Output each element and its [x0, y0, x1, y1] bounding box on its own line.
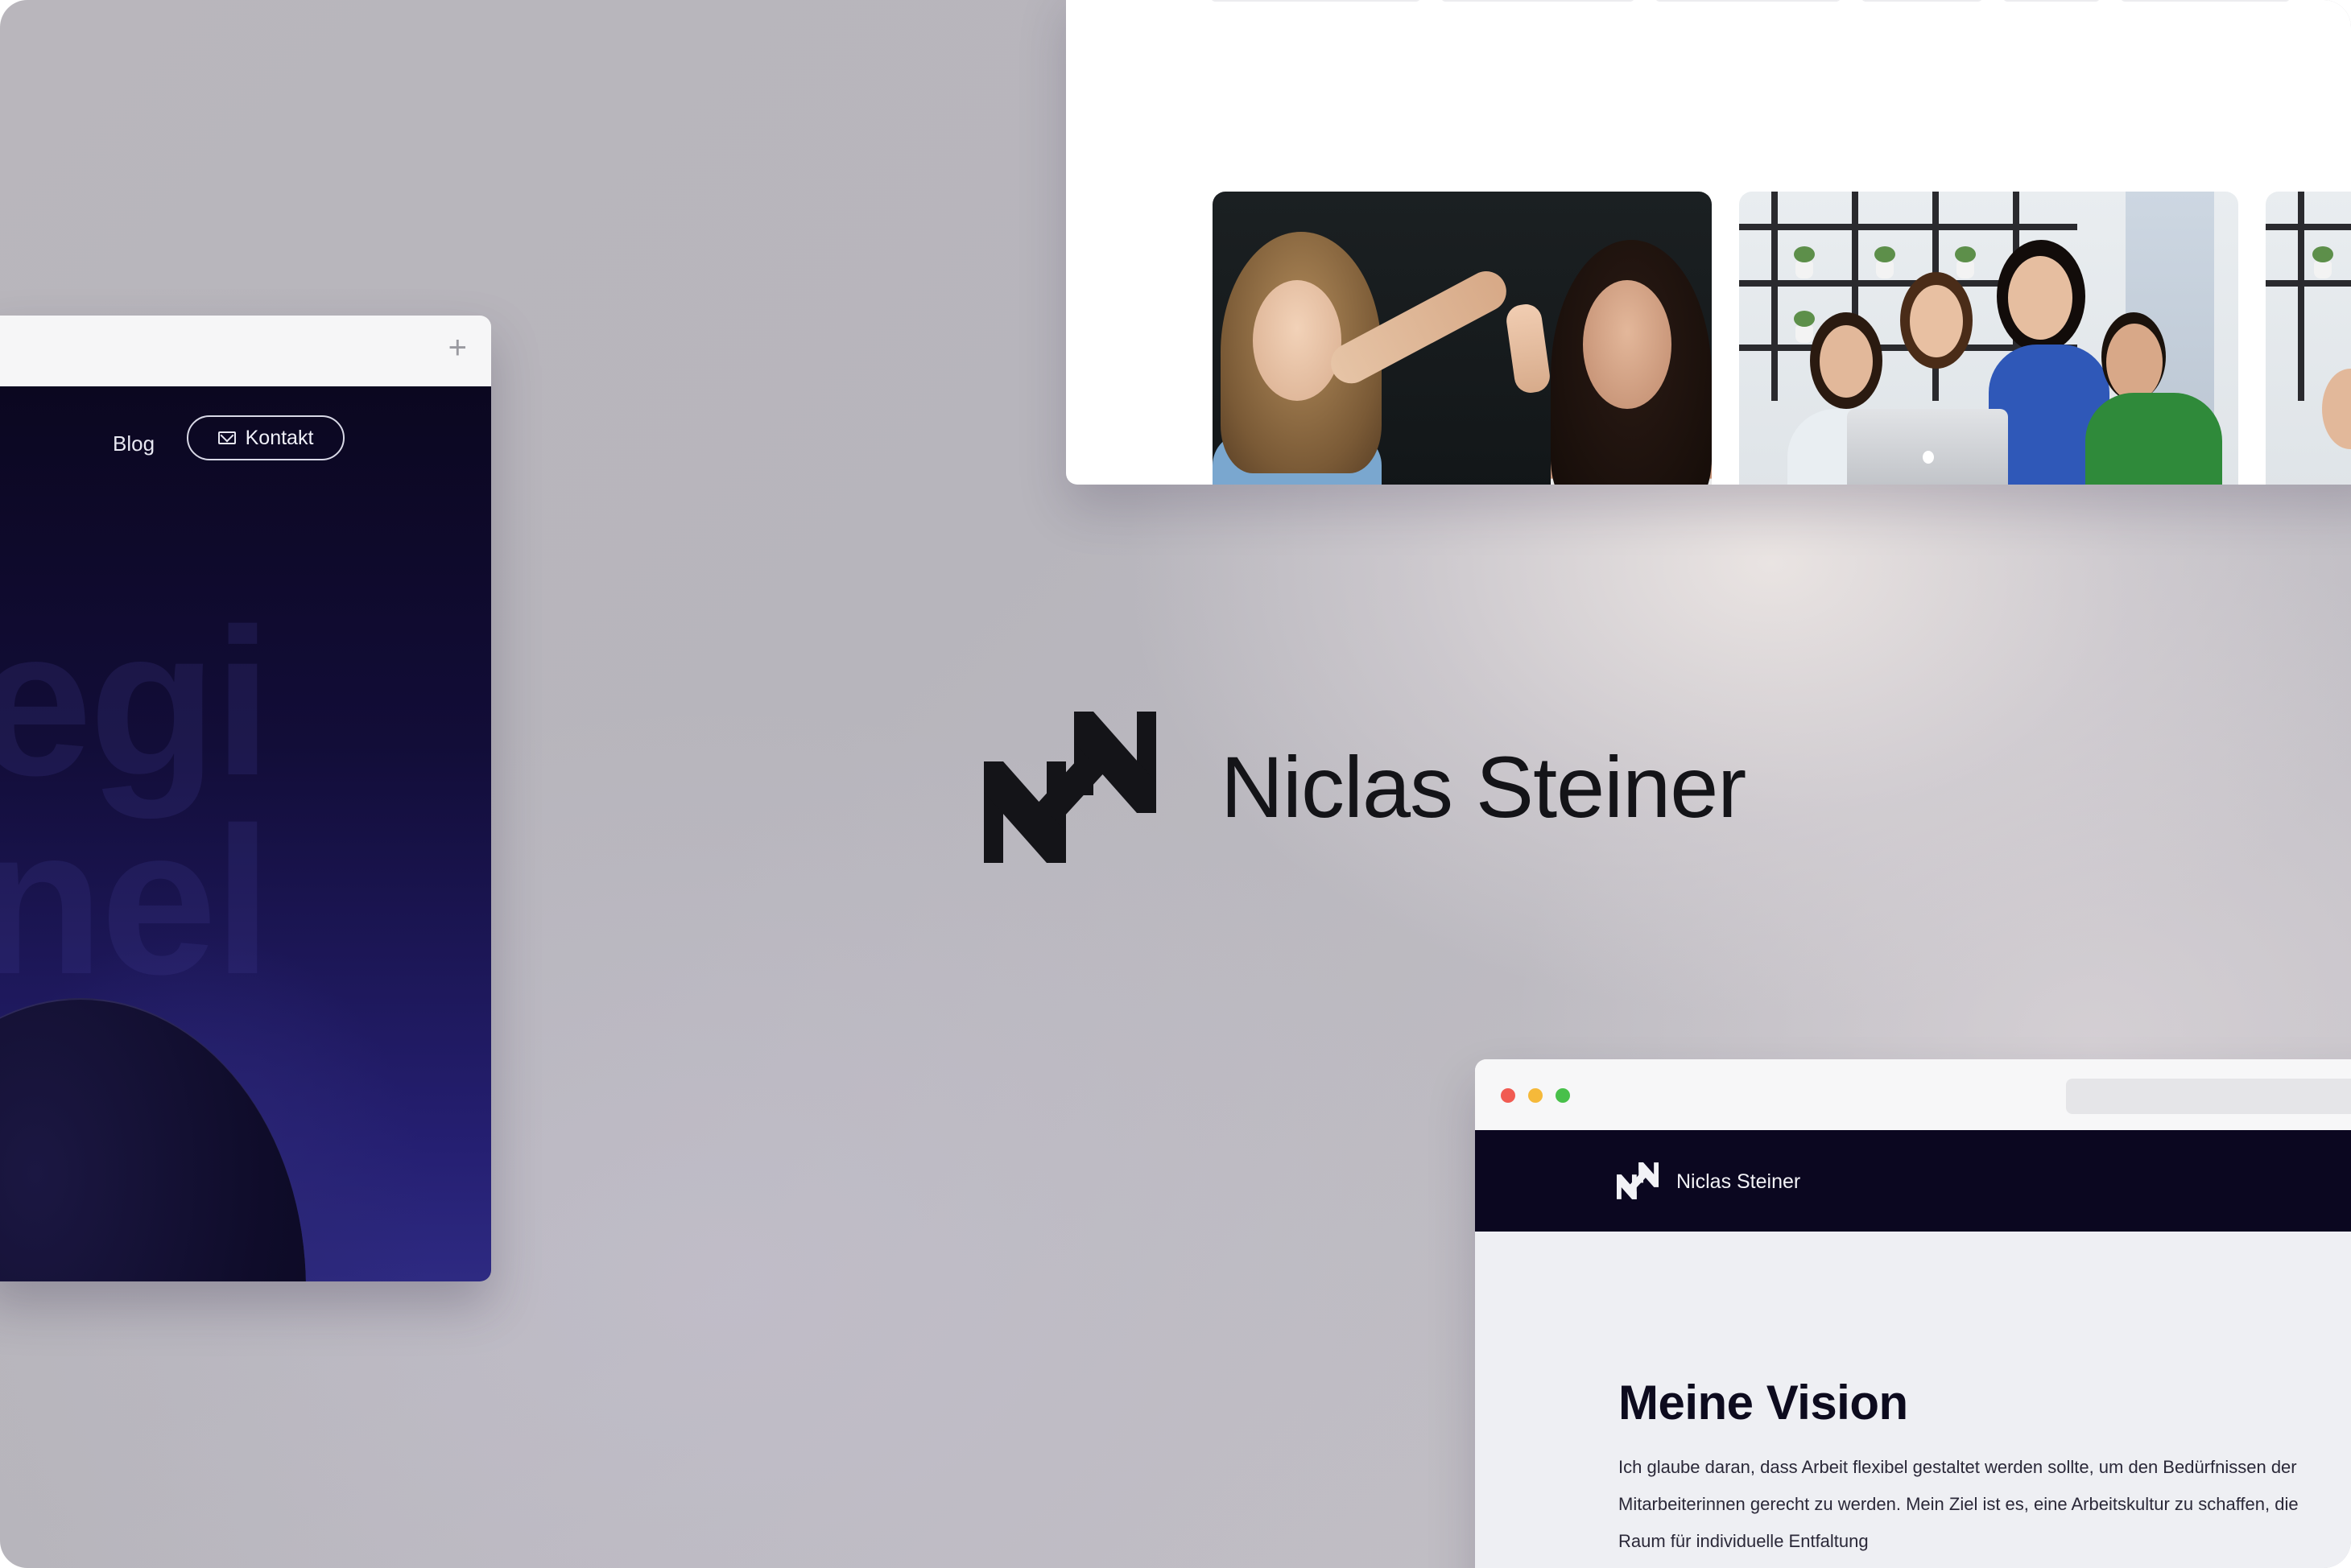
- site-name[interactable]: Niclas Steiner: [1676, 1170, 1800, 1194]
- left-browser-window: + egi nel Blog Kontakt: [0, 316, 491, 1281]
- photo-team-partial[interactable]: [2266, 192, 2351, 485]
- plus-icon[interactable]: +: [448, 332, 467, 364]
- contact-button-label: Kontakt: [245, 426, 314, 449]
- photo-two-women[interactable]: [1213, 192, 1712, 485]
- ns-monogram-icon: [984, 712, 1156, 863]
- photo-team-laptop[interactable]: [1739, 192, 2238, 485]
- ns-monogram-icon[interactable]: [1617, 1162, 1659, 1199]
- url-bar[interactable]: [2066, 1079, 2351, 1114]
- brand-name: Niclas Steiner: [1221, 738, 1746, 836]
- canvas-background: + egi nel Blog Kontakt Niclas Steiner Ni…: [0, 0, 2351, 1568]
- section-heading: Meine Vision: [1618, 1376, 1908, 1430]
- hero-section: egi nel Blog Kontakt: [0, 386, 491, 1281]
- section-paragraph: Ich glaube daran, dass Arbeit flexibel g…: [1618, 1457, 2299, 1551]
- close-window-button[interactable]: [1501, 1088, 1515, 1103]
- contact-button[interactable]: Kontakt: [187, 415, 345, 460]
- browser-chrome: [1475, 1059, 2351, 1130]
- hero-ghost-text: egi nel: [0, 586, 272, 1018]
- bottom-browser-window: Niclas Steiner Meine Vision Ich glaube d…: [1475, 1059, 2351, 1568]
- site-navbar: Niclas Steiner: [1475, 1130, 2351, 1232]
- top-browser-window: [1066, 0, 2351, 485]
- brand-lockup: Niclas Steiner: [984, 712, 1746, 863]
- mail-icon: [217, 431, 236, 444]
- maximize-window-button[interactable]: [1556, 1088, 1570, 1103]
- portrait-image: [0, 998, 306, 1281]
- browser-chrome: +: [0, 316, 491, 386]
- minimize-window-button[interactable]: [1528, 1088, 1543, 1103]
- top-nav-strip: [1211, 0, 2290, 2]
- nav-link-blog[interactable]: Blog: [113, 431, 155, 456]
